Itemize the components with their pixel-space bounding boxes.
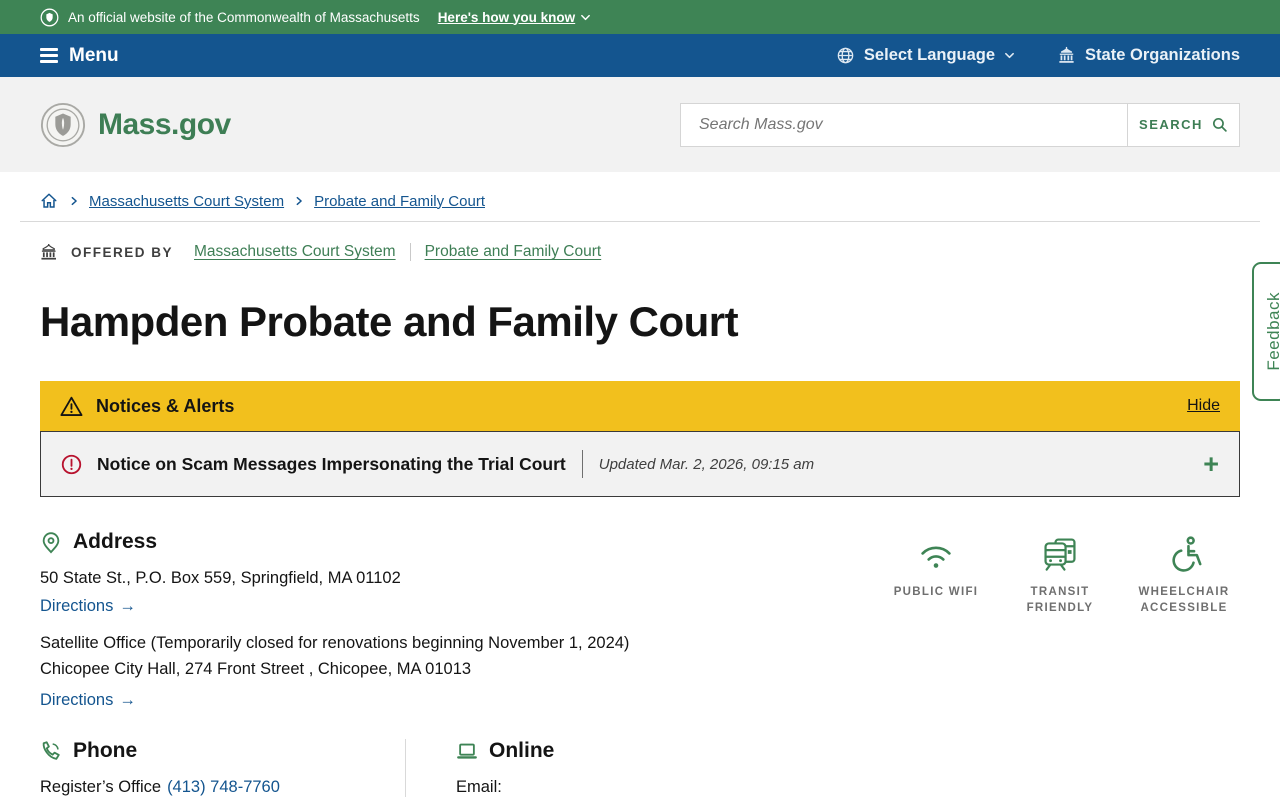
- wheelchair-icon: [1128, 534, 1240, 574]
- phone-number-link[interactable]: (413) 748-7760: [167, 778, 280, 797]
- select-language-label: Select Language: [863, 46, 996, 64]
- globe-icon: [836, 46, 855, 65]
- amenity-public-wifi: PUBLIC WIFI: [880, 534, 992, 710]
- expand-notice-button[interactable]: +: [1203, 451, 1219, 478]
- feedback-tab[interactable]: Feedback: [1252, 262, 1280, 401]
- transit-icon: [1004, 534, 1116, 574]
- satellite-office-address: Chicopee City Hall, 274 Front Street , C…: [40, 660, 472, 678]
- menu-label: Menu: [69, 44, 119, 66]
- vertical-divider: [581, 450, 583, 478]
- notice-updated-timestamp: Updated Mar. 2, 2026, 09:15 am: [598, 455, 815, 473]
- notice-row: Notice on Scam Messages Impersonating th…: [40, 431, 1240, 497]
- menu-button[interactable]: Menu: [40, 45, 119, 67]
- feedback-tab-label: Feedback: [1263, 292, 1280, 371]
- massgov-logo-text: Mass.gov: [98, 107, 231, 141]
- phone-heading: Phone: [73, 739, 138, 762]
- site-header: Mass.gov SEARCH: [0, 77, 1280, 172]
- home-icon[interactable]: [40, 192, 59, 210]
- online-heading: Online: [489, 739, 555, 762]
- select-language-button[interactable]: Select Language: [836, 46, 1015, 65]
- offered-by-label: OFFERED BY: [71, 244, 174, 260]
- satellite-office-title: Satellite Office (Temporarily closed for…: [40, 634, 630, 652]
- state-organizations-link[interactable]: State Organizations: [1057, 46, 1240, 65]
- offered-by-court-system-link[interactable]: Massachusetts Court System: [194, 243, 396, 261]
- phone-office-label: Register’s Office: [40, 778, 162, 796]
- wifi-icon: [880, 534, 992, 574]
- laptop-icon: [456, 739, 478, 763]
- directions-link-main[interactable]: Directions →: [40, 597, 136, 616]
- notices-alerts-block: Notices & Alerts Hide Notice on Scam Mes…: [40, 381, 1240, 497]
- capitol-building-icon: [1057, 46, 1076, 65]
- amenity-label: PUBLIC WIFI: [893, 586, 979, 598]
- breadcrumb-divider: [20, 221, 1260, 222]
- breadcrumb: Massachusetts Court System Probate and F…: [40, 192, 1240, 210]
- search-icon: [1212, 117, 1227, 132]
- warning-triangle-icon: [60, 396, 83, 417]
- search-input[interactable]: [681, 103, 1127, 146]
- search-button[interactable]: SEARCH: [1127, 103, 1239, 146]
- official-banner-text: An official website of the Commonwealth …: [68, 9, 420, 25]
- capitol-building-icon: [40, 244, 58, 260]
- chevron-down-icon: [580, 12, 591, 23]
- main-navbar: Menu Select Language State Organizations: [0, 34, 1280, 77]
- chevron-right-icon: [294, 196, 304, 206]
- hide-alerts-link[interactable]: Hide: [1187, 397, 1220, 415]
- location-pin-icon: [40, 530, 62, 554]
- notice-title-link[interactable]: Notice on Scam Messages Impersonating th…: [97, 454, 566, 475]
- amenity-label: WHEELCHAIR ACCESSIBLE: [1138, 586, 1230, 614]
- offered-by-probate-court-link[interactable]: Probate and Family Court: [425, 243, 602, 261]
- main-address: 50 State St., P.O. Box 559, Springfield,…: [40, 569, 401, 587]
- arrow-right-icon: →: [119, 597, 136, 615]
- directions-link-satellite[interactable]: Directions →: [40, 691, 136, 710]
- state-seal-icon: [40, 8, 59, 27]
- chevron-down-icon: [1004, 50, 1015, 61]
- arrow-right-icon: →: [119, 691, 136, 709]
- search-button-label: SEARCH: [1139, 117, 1203, 132]
- breadcrumb-probate-family-court[interactable]: Probate and Family Court: [314, 193, 485, 210]
- vertical-divider: [409, 243, 411, 261]
- contact-section: Phone Register’s Office (413) 748-7760 O…: [40, 739, 1240, 797]
- site-search: SEARCH: [680, 102, 1240, 147]
- address-section: Address 50 State St., P.O. Box 559, Spri…: [40, 530, 1240, 710]
- state-organizations-label: State Organizations: [1085, 46, 1240, 64]
- amenities: PUBLIC WIFI TRANSIT FRIENDLY WHEELCHAIR …: [880, 534, 1240, 710]
- amenity-wheelchair-accessible: WHEELCHAIR ACCESSIBLE: [1128, 534, 1240, 710]
- massgov-seal-icon: [40, 102, 86, 148]
- chevron-right-icon: [69, 196, 79, 206]
- official-banner: An official website of the Commonwealth …: [0, 0, 1280, 34]
- notices-alerts-header: Notices & Alerts Hide: [40, 381, 1240, 431]
- phone-icon: [40, 739, 62, 763]
- massgov-logo[interactable]: Mass.gov: [40, 102, 231, 148]
- breadcrumb-court-system[interactable]: Massachusetts Court System: [89, 193, 284, 210]
- offered-by-row: OFFERED BY Massachusetts Court System Pr…: [40, 243, 1240, 261]
- hamburger-icon: [40, 48, 58, 63]
- amenity-label: TRANSIT FRIENDLY: [1026, 586, 1094, 614]
- notices-alerts-title: Notices & Alerts: [96, 395, 235, 416]
- email-label: Email:: [456, 778, 502, 796]
- address-heading: Address: [73, 530, 158, 553]
- alert-exclamation-icon: [61, 454, 82, 475]
- page-title: Hampden Probate and Family Court: [40, 298, 739, 345]
- heres-how-you-know-toggle[interactable]: Here's how you know: [438, 10, 592, 25]
- amenity-transit-friendly: TRANSIT FRIENDLY: [1004, 534, 1116, 710]
